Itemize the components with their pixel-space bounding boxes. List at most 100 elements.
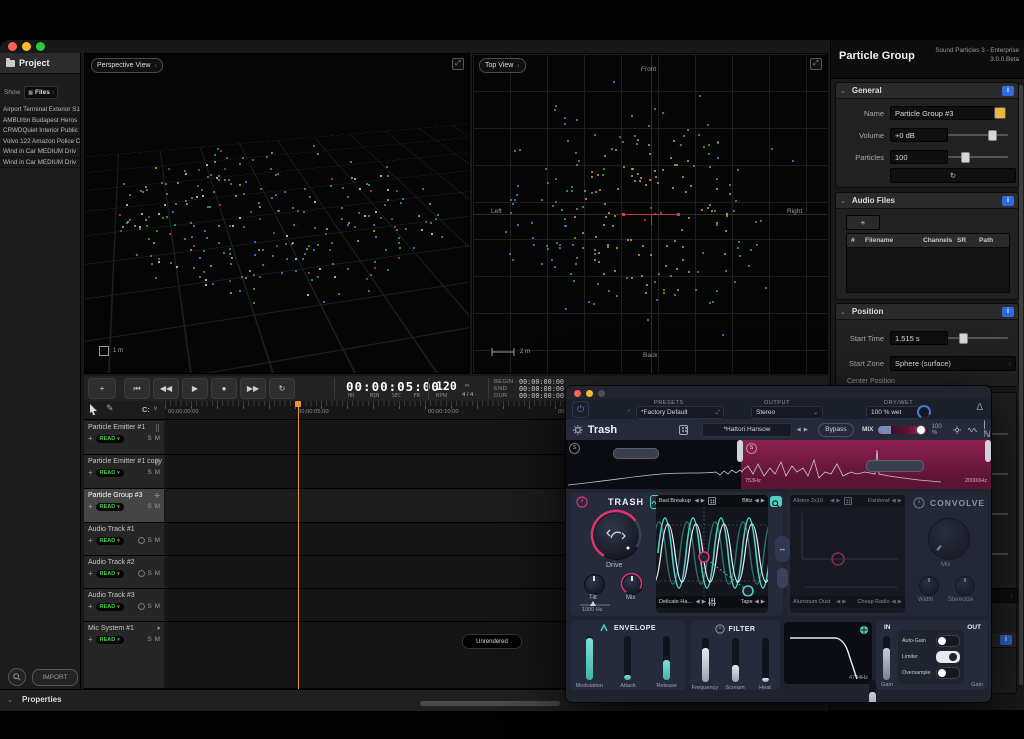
track-header-2[interactable]: Particle Emitter #1 copy⣿+READ▾SM xyxy=(84,455,164,489)
chevron-down-icon[interactable]: ⌄ xyxy=(7,696,13,704)
convolve-pad[interactable]: Allston 2x10 ◀▶ Fishbowl ◀▶ Aluminum Dus… xyxy=(790,495,905,613)
mix-slider[interactable] xyxy=(878,426,928,434)
file-list-item[interactable]: AMBUrbn Budapest Heros xyxy=(0,116,80,127)
track-header-7[interactable]: Mic System #1🕨+READ▾SM xyxy=(84,622,164,689)
wave-preset-a[interactable]: Bad Breakup xyxy=(659,498,693,504)
playhead[interactable] xyxy=(298,401,299,689)
solo-button[interactable]: S xyxy=(148,636,152,643)
import-button[interactable]: IMPORT xyxy=(32,669,78,686)
zoom-button[interactable] xyxy=(36,42,45,51)
perspective-view-selector[interactable]: Perspective View ↕ xyxy=(91,58,163,73)
read-automation-button[interactable]: READ▾ xyxy=(96,636,124,644)
draw-tool-icon[interactable]: ✎ xyxy=(106,403,114,414)
auto-gain-toggle[interactable] xyxy=(936,635,960,647)
drywet-field[interactable]: 100 % wet xyxy=(866,406,920,419)
file-list-item[interactable]: Wind in Car MEDIUM Driv xyxy=(0,158,80,169)
low-band-handle[interactable] xyxy=(613,448,659,459)
properties-label[interactable]: Properties xyxy=(22,695,62,704)
oversample-toggle[interactable] xyxy=(936,667,960,679)
mute-button[interactable]: M xyxy=(155,503,160,510)
snap-mode-icon[interactable]: C: xyxy=(142,405,150,414)
sine-icon[interactable] xyxy=(968,426,978,434)
fullscreen-icon[interactable]: ⤢ xyxy=(810,58,822,70)
style-preset-a[interactable]: Delicate Ha... xyxy=(659,599,694,605)
modulation-slider[interactable] xyxy=(586,636,593,680)
gear-icon[interactable] xyxy=(953,425,961,435)
read-automation-button[interactable]: READ▾ xyxy=(96,603,124,611)
particles-field[interactable]: 100 xyxy=(890,150,948,164)
files-dropdown[interactable]: ▦ Files ↕ xyxy=(24,86,58,99)
frequency-slider[interactable] xyxy=(702,638,709,682)
plugin-preset-field[interactable]: *Hattori Hansow xyxy=(702,423,793,437)
record-button[interactable]: ● xyxy=(211,378,237,399)
spectrum-display[interactable]: S S 753Hz 20000Hz xyxy=(566,440,991,489)
track-header-5[interactable]: Audio Track #2+READ▾SM xyxy=(84,556,164,589)
read-automation-button[interactable]: READ▾ xyxy=(96,469,124,477)
inspector-scrollbar[interactable] xyxy=(1019,85,1023,685)
add-automation-button[interactable]: + xyxy=(88,602,93,611)
solo-button[interactable]: S xyxy=(148,537,152,544)
fullscreen-icon[interactable]: ⤢ xyxy=(452,58,464,70)
cursor-tool-icon[interactable] xyxy=(89,404,99,415)
file-list-item[interactable]: Wind in Car MEDIUM Driv xyxy=(0,147,80,158)
close-button[interactable] xyxy=(574,390,581,397)
add-automation-button[interactable]: + xyxy=(88,569,93,578)
mute-button[interactable]: M xyxy=(155,537,160,544)
solo-high-button[interactable]: S xyxy=(746,443,757,454)
track-header-4[interactable]: Audio Track #1+READ▾SM xyxy=(84,523,164,556)
play-button[interactable]: ▶ xyxy=(182,378,208,399)
zoom-waveshaper-button[interactable] xyxy=(770,496,782,507)
release-slider[interactable] xyxy=(663,636,670,680)
power-button[interactable]: ⏻ xyxy=(572,401,589,418)
rewind-button[interactable]: ◀◀ xyxy=(153,378,179,399)
file-list-item[interactable]: Volvo 122 Amazon Police C xyxy=(0,137,80,148)
in-gain-slider[interactable] xyxy=(883,636,890,680)
file-list-item[interactable]: Airport Terminal Exterior S1 xyxy=(0,105,80,116)
info-button[interactable]: i xyxy=(1002,307,1014,317)
section-header[interactable]: ⌄ General i xyxy=(836,83,1018,99)
regenerate-button[interactable]: ↻ xyxy=(890,168,1016,183)
particles-slider[interactable] xyxy=(948,156,1008,158)
minimize-button[interactable] xyxy=(22,42,31,51)
prev-preset-button[interactable]: ‹ xyxy=(628,408,630,414)
prev-preset-button[interactable]: ◀ xyxy=(796,427,800,433)
attack-slider[interactable] xyxy=(624,636,631,680)
input-monitor-icon[interactable] xyxy=(138,603,145,610)
tilt-slider[interactable] xyxy=(580,604,610,606)
file-list-item[interactable]: CRWDQuiet Interior Public . xyxy=(0,126,80,137)
stereoize-knob[interactable] xyxy=(955,576,975,596)
dice-icon[interactable] xyxy=(708,497,716,505)
playhead-handle[interactable] xyxy=(295,401,301,407)
section-header[interactable]: ⌄ Audio Files i xyxy=(836,193,1018,209)
ir-preset-d[interactable]: Cheap Radio xyxy=(849,599,890,605)
info-button[interactable]: i xyxy=(1002,196,1014,206)
solo-button[interactable]: S xyxy=(148,469,152,476)
global-preset-field[interactable]: *Factory Default⌄ xyxy=(636,406,724,419)
tilt-knob[interactable] xyxy=(584,574,605,595)
solo-button[interactable]: S xyxy=(148,570,152,577)
time-signature[interactable]: 4 / 4 · xyxy=(462,392,477,398)
solo-button[interactable]: S xyxy=(148,603,152,610)
bpm-value[interactable]: 120 xyxy=(436,379,457,393)
add-automation-button[interactable]: + xyxy=(88,635,93,644)
info-button[interactable]: i xyxy=(1000,635,1012,645)
horizontal-scrollbar[interactable] xyxy=(420,701,560,706)
info-button[interactable]: i xyxy=(1002,86,1014,96)
mute-button[interactable]: M xyxy=(155,603,160,610)
fast-forward-button[interactable]: ▶▶ xyxy=(240,378,266,399)
style-preset-b[interactable]: Tape xyxy=(718,599,753,605)
add-track-button[interactable]: + xyxy=(88,378,116,399)
sliders-icon[interactable] xyxy=(708,598,716,606)
read-automation-button[interactable]: READ▾ xyxy=(96,503,124,511)
output-dropdown[interactable]: Stereo⌄ xyxy=(751,406,823,419)
mute-button[interactable]: M xyxy=(155,435,160,442)
width-knob[interactable] xyxy=(919,576,939,596)
mute-button[interactable]: M xyxy=(155,469,160,476)
dice-icon[interactable] xyxy=(844,497,852,505)
filter-power-icon[interactable] xyxy=(715,624,725,634)
dice-icon[interactable] xyxy=(679,425,687,435)
skip-start-button[interactable]: ⏮ xyxy=(124,378,150,399)
top-view-selector[interactable]: Top View ↕ xyxy=(479,58,526,73)
add-audio-file-button[interactable]: + xyxy=(846,215,880,230)
add-automation-button[interactable]: + xyxy=(88,536,93,545)
